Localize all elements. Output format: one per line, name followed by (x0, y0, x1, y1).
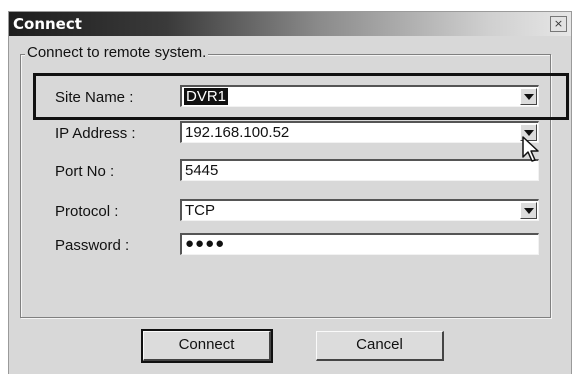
port-no-label: Port No : (55, 163, 115, 180)
password-value: ●●●● (185, 235, 226, 252)
ip-address-label: IP Address : (55, 125, 136, 142)
ip-address-combobox[interactable]: 192.168.100.52 (180, 121, 539, 143)
protocol-dropdown-button[interactable] (520, 202, 537, 219)
connect-button[interactable]: Connect (141, 329, 273, 363)
dialog-title: Connect (13, 15, 82, 33)
port-no-input[interactable]: 5445 (180, 159, 539, 181)
site-name-highlight-frame (33, 73, 569, 120)
protocol-value: TCP (185, 202, 215, 219)
password-label: Password : (55, 237, 130, 254)
close-button[interactable]: × (550, 16, 567, 32)
ip-address-value: 192.168.100.52 (185, 124, 290, 141)
title-bar[interactable]: Connect × (9, 12, 571, 36)
protocol-combobox[interactable]: TCP (180, 199, 539, 221)
password-input[interactable]: ●●●● (180, 233, 539, 255)
mouse-pointer-icon (522, 136, 539, 162)
protocol-label: Protocol : (55, 203, 119, 220)
group-legend: Connect to remote system. (25, 44, 209, 61)
chevron-down-icon (524, 208, 534, 214)
port-no-value: 5445 (185, 162, 219, 179)
cancel-button[interactable]: Cancel (316, 331, 444, 361)
